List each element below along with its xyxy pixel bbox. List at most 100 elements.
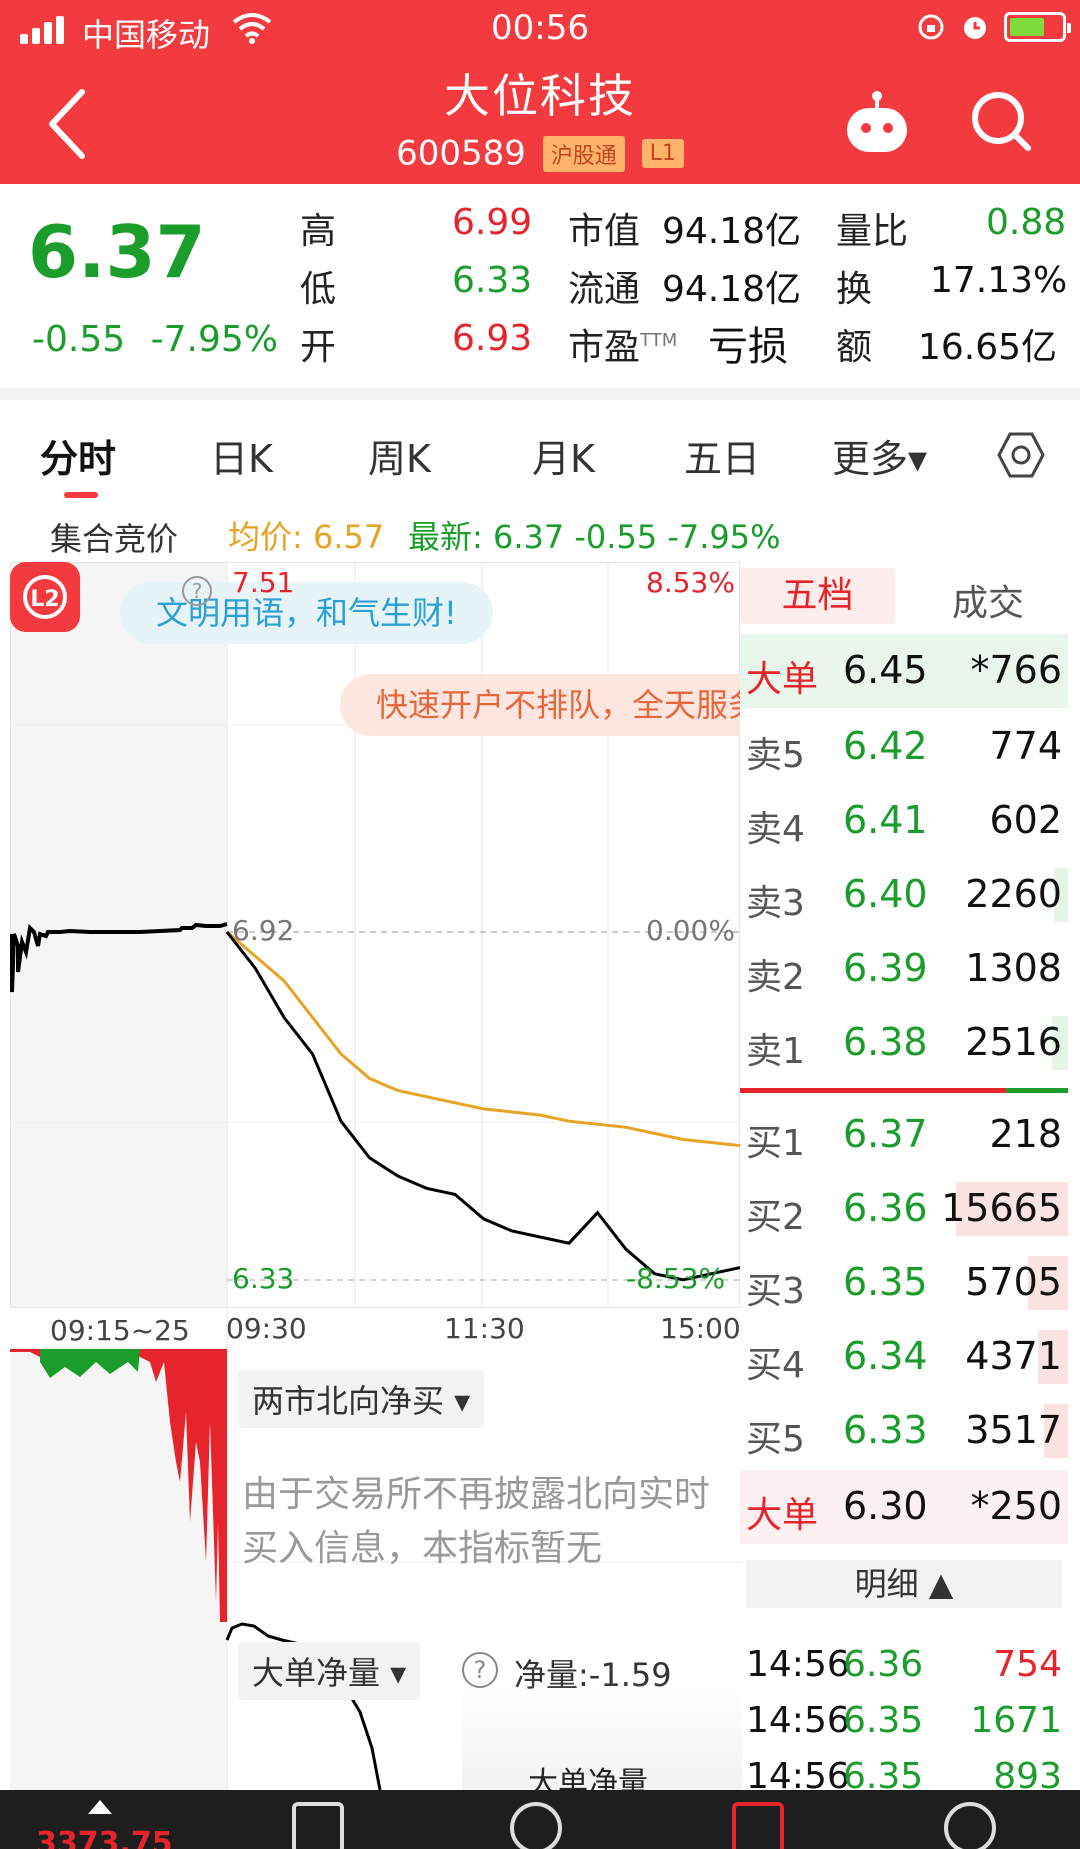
big-sell-label: 大单 [746,659,819,700]
pct-label-low: -8.53% [626,1262,726,1295]
tab-five-day[interactable]: 五日 [684,428,760,483]
bid-price: 6.35 [843,1260,928,1304]
x-label-open: 09:30 [226,1312,307,1345]
latest-price: 最新: 6.37 -0.55 -7.95% [408,518,781,556]
tab-trades[interactable]: 成交 [952,574,1024,626]
y-label-high: 7.51 [232,566,295,599]
ask-volume: 1308 [965,946,1062,990]
chart-tabs: 分时 日K 周K 月K 五日 更多▾ [0,400,1080,504]
big-order-selector[interactable]: 大单净量 ▾ [238,1642,421,1700]
robot-assistant-icon[interactable] [842,88,912,158]
stock-name: 大位科技 [444,69,636,123]
bid-price: 6.36 [843,1186,928,1230]
notes-icon[interactable] [292,1802,344,1849]
bid-volume: 4371 [965,1334,1062,1378]
ask-row-3[interactable]: 卖3 6.40 2260 [740,858,1068,932]
order-book-tabs: 五档 成交 [740,562,1070,628]
open-label: 开 [300,327,337,368]
big-sell-row: 大单 6.45 *766 [740,634,1068,708]
bid-volume: 218 [989,1112,1062,1156]
add-watchlist-icon[interactable] [732,1802,784,1849]
rotation-lock-icon [918,14,944,40]
level-tag[interactable]: L1 [641,139,684,168]
quote-summary: 6.37 -0.55 -7.95% 高 6.99 低 6.33 开 6.93 市… [0,184,1080,388]
ask-price: 6.38 [843,1020,928,1064]
favorite-icon[interactable] [510,1802,562,1849]
index-up-arrow-icon [88,1800,112,1814]
ask-price: 6.41 [843,798,928,842]
float-value: 94.18亿 [662,269,802,310]
bottom-toolbar: 3373.75 [0,1790,1080,1849]
tab-weekly-k[interactable]: 周K [368,428,431,483]
trade-time: 14:56 [746,1644,850,1685]
turnover-label: 换 [836,269,873,310]
tab-more[interactable]: 更多▾ [832,428,927,483]
bid-row-2[interactable]: 买2 6.36 15665 [740,1172,1068,1246]
search-icon[interactable] [968,88,1034,154]
intraday-chart[interactable]: 文明用语，和气生财! ? 快速开户不排队，全天服务 7.51 8.53% 6.9… [10,562,742,1801]
bid-volume: 3517 [965,1408,1062,1452]
trade-price: 6.36 [843,1644,924,1685]
big-buy-price: 6.30 [843,1484,928,1528]
bid-label: 买5 [746,1419,805,1460]
change-amount: -0.55 [32,319,126,360]
bid-volume: 15665 [941,1186,1062,1230]
ask-row-5[interactable]: 卖5 6.42 774 [740,710,1068,784]
tab-monthly-k[interactable]: 月K [532,428,595,483]
ask-price: 6.42 [843,724,928,768]
ask-volume: 2260 [965,872,1062,916]
north-flow-selector[interactable]: 两市北向净买 ▾ [238,1370,485,1428]
ask-volume: 774 [989,724,1062,768]
pe-label: 市盈TTM [568,318,677,370]
trade-volume: 754 [993,1644,1062,1685]
menu-icon[interactable] [944,1802,996,1849]
bid-label: 买1 [746,1123,805,1164]
ask-row-2[interactable]: 卖2 6.39 1308 [740,932,1068,1006]
trade-time: 14:56 [746,1700,850,1741]
l2-icon[interactable]: L2 [10,562,80,632]
market-index-value[interactable]: 3373.75 [36,1826,173,1849]
bid-price: 6.37 [843,1112,928,1156]
connect-tag: 沪股通 [542,135,625,172]
tab-daily-k[interactable]: 日K [210,428,273,483]
battery-icon [1004,12,1071,42]
pe-label-text: 市盈 [568,327,641,368]
big-buy-row: 大单 6.30 *250 [740,1470,1068,1544]
pe-value: 亏损 [708,324,788,370]
bid-label: 买4 [746,1345,805,1386]
last-price: 6.37 [28,210,206,294]
amount-label: 额 [836,327,873,368]
detail-toggle-button[interactable]: 明细 ▲ [746,1560,1062,1608]
tab-five-levels[interactable]: 五档 [740,568,895,624]
help-icon[interactable]: ? [182,576,212,606]
bid-label: 买3 [746,1271,805,1312]
low-label: 低 [300,269,337,310]
ask-label: 卖5 [746,735,805,776]
stock-code: 600589 [396,133,526,174]
volume-ratio-value: 0.88 [986,202,1067,243]
change-percent: -7.95% [150,319,278,360]
pe-ttm: TTM [640,330,678,351]
ask-row-1[interactable]: 卖1 6.38 2516 [740,1006,1068,1080]
danmaku-bubble-2[interactable]: 快速开户不排队，全天服务 [340,674,740,736]
amount-value: 16.65亿 [918,327,1058,368]
volume-ratio-label: 量比 [836,211,909,252]
bid-label: 买2 [746,1197,805,1238]
chart-info-line: 集合竞价 均价: 6.57 最新: 6.37 -0.55 -7.95% [0,504,1080,560]
bid-row-1[interactable]: 买1 6.37 218 [740,1098,1068,1172]
tab-intraday[interactable]: 分时 [40,428,116,483]
bid-row-4[interactable]: 买4 6.34 4371 [740,1320,1068,1394]
turnover-value: 17.13% [930,260,1068,301]
big-sell-price: 6.45 [843,648,928,692]
bid-row-3[interactable]: 买3 6.35 5705 [740,1246,1068,1320]
pct-label-high: 8.53% [646,566,735,599]
ask-label: 卖2 [746,957,805,998]
mcap-label: 市值 [568,211,641,252]
pct-label-mid: 0.00% [646,914,735,947]
big-sell-volume: *766 [970,648,1062,692]
open-value: 6.93 [452,318,533,359]
danmaku-bubble-1[interactable]: 文明用语，和气生财! [120,582,493,644]
ask-row-4[interactable]: 卖4 6.41 602 [740,784,1068,858]
settings-icon[interactable] [996,430,1046,480]
bid-row-5[interactable]: 买5 6.33 3517 [740,1394,1068,1468]
